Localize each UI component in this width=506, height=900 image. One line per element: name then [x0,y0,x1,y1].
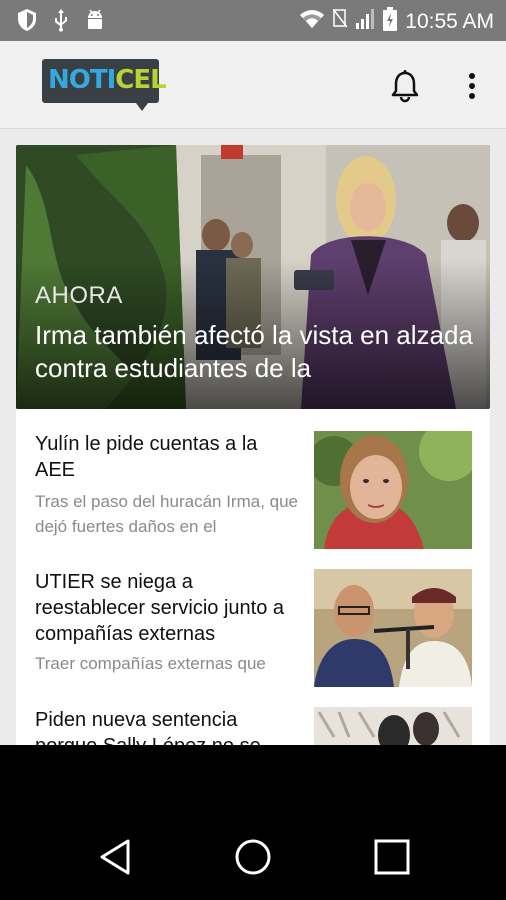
news-feed: AHORA Irma también afectó la vista en al… [0,129,506,745]
list-item[interactable]: Yulín le pide cuentas a la AEE Tras el p… [16,409,490,549]
logo-text-part1: NOTI [48,65,116,95]
list-item[interactable]: Piden nueva sentencia porque Sally López… [16,685,490,745]
signal-icon [355,8,375,35]
shield-icon [16,8,38,37]
more-vert-icon[interactable] [462,69,482,103]
home-icon[interactable] [233,837,273,877]
recents-icon[interactable] [372,837,412,877]
article-title[interactable]: Piden nueva sentencia porque Sally López… [35,707,300,745]
clock: 10:55 AM [405,9,494,33]
wifi-icon [299,8,325,35]
featured-story-card[interactable]: AHORA Irma también afectó la vista en al… [16,145,490,409]
usb-icon [54,8,68,37]
system-nav-bar [0,745,506,900]
list-item[interactable]: UTIER se niega a reestablecer servicio j… [16,547,490,687]
article-thumbnail[interactable] [314,431,472,549]
status-bar: 10:55 AM [0,0,506,41]
battery-icon [383,7,398,36]
article-summary: Traer compañías externas que [35,654,266,673]
logo-text-part2: CEL [115,65,166,95]
article-list: Yulín le pide cuentas a la AEE Tras el p… [16,409,490,745]
article-title[interactable]: UTIER se niega a reestablecer servicio j… [35,569,300,647]
no-sim-icon [332,8,348,34]
article-thumbnail[interactable] [314,569,472,687]
article-summary: Tras el paso del huracán Irma, que dejó … [35,492,299,536]
app-bar: NOTICEL [0,41,506,129]
article-title[interactable]: Yulín le pide cuentas a la AEE [35,431,300,483]
noticel-logo[interactable]: NOTICEL [42,59,167,111]
article-thumbnail[interactable] [314,707,472,745]
android-icon [84,9,106,36]
story-kicker: AHORA [35,282,123,309]
featured-headline[interactable]: Irma también afectó la vista en alzada c… [35,319,475,385]
bell-icon[interactable] [390,69,420,103]
back-icon[interactable] [96,837,136,877]
